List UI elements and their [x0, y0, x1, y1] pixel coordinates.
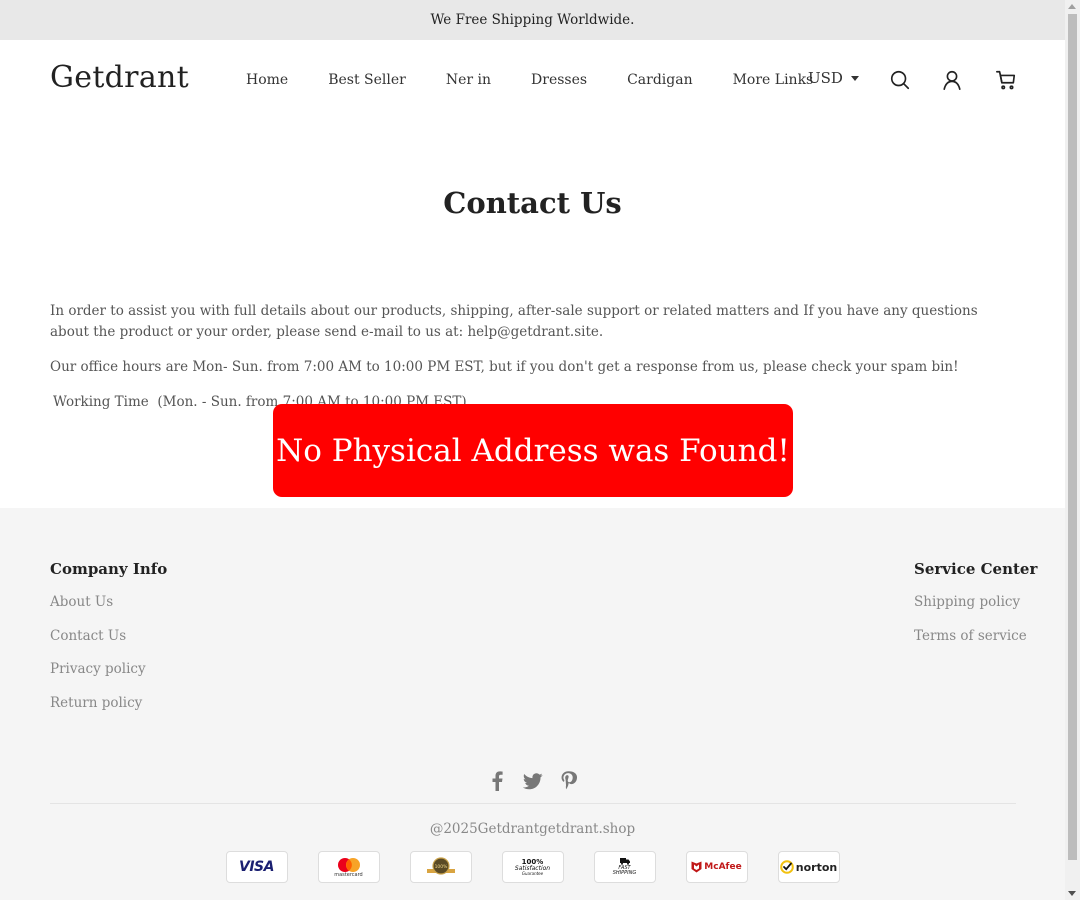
nav-dresses[interactable]: Dresses	[511, 70, 607, 90]
page-title: Contact Us	[443, 186, 622, 220]
truck-icon	[619, 858, 630, 865]
company-info-heading: Company Info	[50, 560, 168, 578]
company-info-column: Company Info About Us Contact Us Privacy…	[50, 560, 167, 726]
mcafee-badge: McAfee	[685, 851, 748, 883]
pinterest-link[interactable]	[558, 770, 580, 792]
twitter-icon	[522, 772, 543, 789]
mcafee-shield-icon	[691, 861, 702, 873]
footer-link-shipping-policy[interactable]: Shipping policy	[914, 592, 1037, 612]
contact-paragraph-2: Our office hours are Mon- Sun. from 7:00…	[50, 359, 959, 375]
header: Getdrant Home Best Seller Ner in Dresses…	[0, 40, 1065, 120]
fast-shipping-badge: FAST SHIPPING	[593, 851, 656, 883]
announcement-text: We Free Shipping Worldwide.	[430, 12, 635, 28]
nav-cardigan[interactable]: Cardigan	[607, 70, 713, 90]
pinterest-icon	[561, 771, 577, 790]
guarantee-seal-badge: 100%	[409, 851, 472, 883]
currency-selector[interactable]: USD	[808, 69, 859, 87]
search-icon	[890, 70, 910, 90]
norton-check-icon	[779, 860, 794, 874]
payment-badges: VISA mastercard 100% 100% Satisfaction G…	[0, 851, 1065, 883]
logo[interactable]: Getdrant	[50, 60, 189, 95]
announcement-bar: We Free Shipping Worldwide.	[0, 0, 1065, 40]
shipping-label: SHIPPING	[612, 870, 637, 876]
copyright: @2025Getdrantgetdrant.shop	[429, 821, 636, 837]
nav-home[interactable]: Home	[226, 70, 308, 90]
norton-label: norton	[795, 860, 838, 874]
guarantee-seal-text: 100%	[434, 864, 448, 870]
footer: Company Info About Us Contact Us Privacy…	[0, 508, 1065, 900]
service-center-heading: Service Center	[914, 560, 1038, 578]
alert-text: No Physical Address was Found!	[276, 432, 790, 469]
service-center-column: Service Center Shipping policy Terms of …	[914, 560, 1037, 659]
page: We Free Shipping Worldwide. Getdrant Hom…	[0, 0, 1065, 900]
guarantee-label: Guarantee	[521, 870, 544, 876]
mastercard-label: mastercard	[334, 871, 363, 878]
footer-link-privacy-policy[interactable]: Privacy policy	[50, 659, 167, 679]
cart-button[interactable]	[994, 68, 1018, 92]
social-links	[0, 770, 1065, 792]
main-nav: Home Best Seller Ner in Dresses Cardigan…	[226, 70, 833, 90]
cart-icon	[996, 70, 1016, 90]
visa-icon: VISA	[239, 859, 274, 875]
footer-divider	[50, 803, 1016, 804]
mastercard-badge: mastercard	[317, 851, 380, 883]
scroll-thumb[interactable]	[1068, 14, 1077, 860]
facebook-icon	[492, 771, 503, 791]
scroll-down-arrow-icon[interactable]	[1068, 891, 1076, 896]
facebook-link[interactable]	[486, 770, 508, 792]
contact-paragraph-1: In order to assist you with full details…	[50, 303, 978, 340]
nav-new-in[interactable]: Ner in	[426, 70, 511, 90]
twitter-link[interactable]	[522, 770, 544, 792]
footer-link-terms-of-service[interactable]: Terms of service	[914, 626, 1037, 646]
satisfaction-badge: 100% Satisfaction Guarantee	[501, 851, 564, 883]
norton-badge: norton	[777, 851, 840, 883]
account-icon	[943, 70, 961, 90]
nav-best-seller[interactable]: Best Seller	[308, 70, 426, 90]
account-button[interactable]	[940, 68, 964, 92]
caret-down-icon	[850, 75, 859, 81]
mastercard-icon	[337, 857, 360, 872]
footer-link-about-us[interactable]: About Us	[50, 592, 167, 612]
mcafee-label: McAfee	[704, 862, 742, 872]
search-button[interactable]	[888, 68, 912, 92]
no-address-alert: No Physical Address was Found!	[273, 404, 793, 497]
vertical-scrollbar[interactable]	[1065, 0, 1080, 900]
visa-badge: VISA	[225, 851, 288, 883]
footer-link-return-policy[interactable]: Return policy	[50, 693, 167, 713]
currency-value: USD	[808, 69, 843, 87]
footer-link-contact-us[interactable]: Contact Us	[50, 626, 167, 646]
guarantee-seal-icon: 100%	[426, 857, 455, 875]
scroll-up-arrow-icon[interactable]	[1068, 4, 1076, 9]
